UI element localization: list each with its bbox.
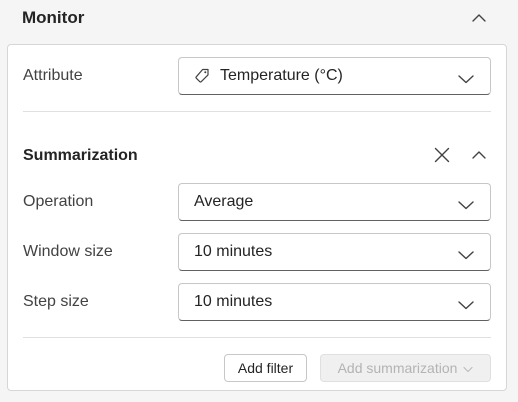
step-size-value: 10 minutes <box>194 293 273 310</box>
chevron-down-icon <box>458 247 474 265</box>
step-size-dropdown[interactable]: 10 minutes <box>178 283 491 321</box>
close-icon[interactable] <box>430 143 454 167</box>
step-size-label: Step size <box>23 293 89 310</box>
attribute-label: Attribute <box>23 67 83 84</box>
operation-value: Average <box>194 193 254 210</box>
chevron-up-icon[interactable] <box>467 6 491 30</box>
chevron-down-icon <box>463 360 474 376</box>
window-size-dropdown[interactable]: 10 minutes <box>178 233 491 271</box>
chevron-down-icon <box>458 297 474 315</box>
chevron-down-icon <box>458 197 474 215</box>
divider <box>23 111 491 112</box>
chevron-down-icon <box>458 71 474 89</box>
operation-label: Operation <box>23 193 94 210</box>
divider <box>23 337 491 338</box>
add-filter-button[interactable]: Add filter <box>224 354 307 382</box>
chevron-up-icon[interactable] <box>467 143 491 167</box>
tag-icon <box>194 68 210 89</box>
window-size-label: Window size <box>23 243 113 260</box>
monitor-header: Monitor <box>0 0 518 38</box>
summarization-title: Summarization <box>23 147 138 164</box>
add-summarization-label: Add summarization <box>337 360 458 376</box>
attribute-value: Temperature (°C) <box>220 67 343 84</box>
window-size-value: 10 minutes <box>194 243 273 260</box>
operation-dropdown[interactable]: Average <box>178 183 491 221</box>
monitor-card: Attribute Temperature (°C) Summarization… <box>7 44 507 391</box>
add-summarization-button[interactable]: Add summarization <box>320 354 491 382</box>
monitor-title: Monitor <box>22 8 85 27</box>
attribute-dropdown[interactable]: Temperature (°C) <box>178 57 491 95</box>
